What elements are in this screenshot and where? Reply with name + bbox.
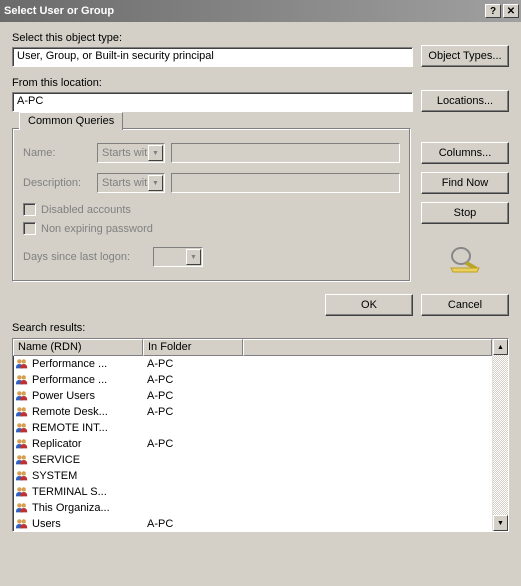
common-queries-group: Common Queries Name: Starts with▼ Descri… [12, 128, 411, 282]
table-row[interactable]: Power UsersA-PC [13, 388, 492, 404]
location-field[interactable]: A-PC [12, 92, 413, 112]
chevron-down-icon: ▼ [186, 249, 201, 265]
chevron-down-icon: ▼ [148, 175, 163, 191]
common-queries-tab[interactable]: Common Queries [19, 112, 123, 130]
column-header-folder[interactable]: In Folder [143, 339, 243, 356]
disabled-accounts-checkbox: Disabled accounts [23, 203, 400, 216]
table-row[interactable]: This Organiza... [13, 500, 492, 516]
name-label: Name: [23, 147, 97, 159]
non-expiring-checkbox: Non expiring password [23, 222, 400, 235]
days-combo: ▼ [153, 247, 203, 267]
object-type-field[interactable]: User, Group, or Built-in security princi… [12, 47, 413, 67]
name-input [171, 143, 400, 163]
column-header-spacer [243, 339, 492, 356]
location-label: From this location: [12, 77, 413, 89]
table-row[interactable]: Performance ...A-PC [13, 356, 492, 372]
days-since-logon-label: Days since last logon: [23, 251, 153, 263]
help-button[interactable]: ? [485, 4, 501, 18]
columns-button[interactable]: Columns... [421, 142, 509, 164]
table-row[interactable]: REMOTE INT... [13, 420, 492, 436]
search-results-label: Search results: [12, 322, 509, 334]
description-input [171, 173, 400, 193]
object-type-label: Select this object type: [12, 32, 413, 44]
close-button[interactable]: ✕ [503, 4, 519, 18]
scroll-down-icon[interactable]: ▼ [493, 515, 508, 531]
table-row[interactable]: Performance ...A-PC [13, 372, 492, 388]
window-title: Select User or Group [4, 5, 483, 17]
find-now-button[interactable]: Find Now [421, 172, 509, 194]
object-types-button[interactable]: Object Types... [421, 45, 509, 67]
table-row[interactable]: SERVICE [13, 452, 492, 468]
table-row[interactable]: UsersA-PC [13, 516, 492, 531]
table-row[interactable]: Remote Desk...A-PC [13, 404, 492, 420]
stop-button[interactable]: Stop [421, 202, 509, 224]
cancel-button[interactable]: Cancel [421, 294, 509, 316]
locations-button[interactable]: Locations... [421, 90, 509, 112]
column-header-name[interactable]: Name (RDN) [13, 339, 143, 356]
vertical-scrollbar[interactable]: ▲ ▼ [492, 339, 508, 531]
ok-button[interactable]: OK [325, 294, 413, 316]
table-row[interactable]: SYSTEM [13, 468, 492, 484]
name-mode-combo: Starts with▼ [97, 143, 165, 163]
table-row[interactable]: TERMINAL S... [13, 484, 492, 500]
scroll-up-icon[interactable]: ▲ [493, 339, 508, 355]
results-listview[interactable]: Name (RDN) In Folder Performance ...A-PC… [12, 338, 509, 532]
table-row[interactable]: ReplicatorA-PC [13, 436, 492, 452]
description-mode-combo: Starts with▼ [97, 173, 165, 193]
search-icon [447, 244, 483, 274]
title-bar: Select User or Group ? ✕ [0, 0, 521, 22]
description-label: Description: [23, 177, 97, 189]
chevron-down-icon: ▼ [148, 145, 163, 161]
